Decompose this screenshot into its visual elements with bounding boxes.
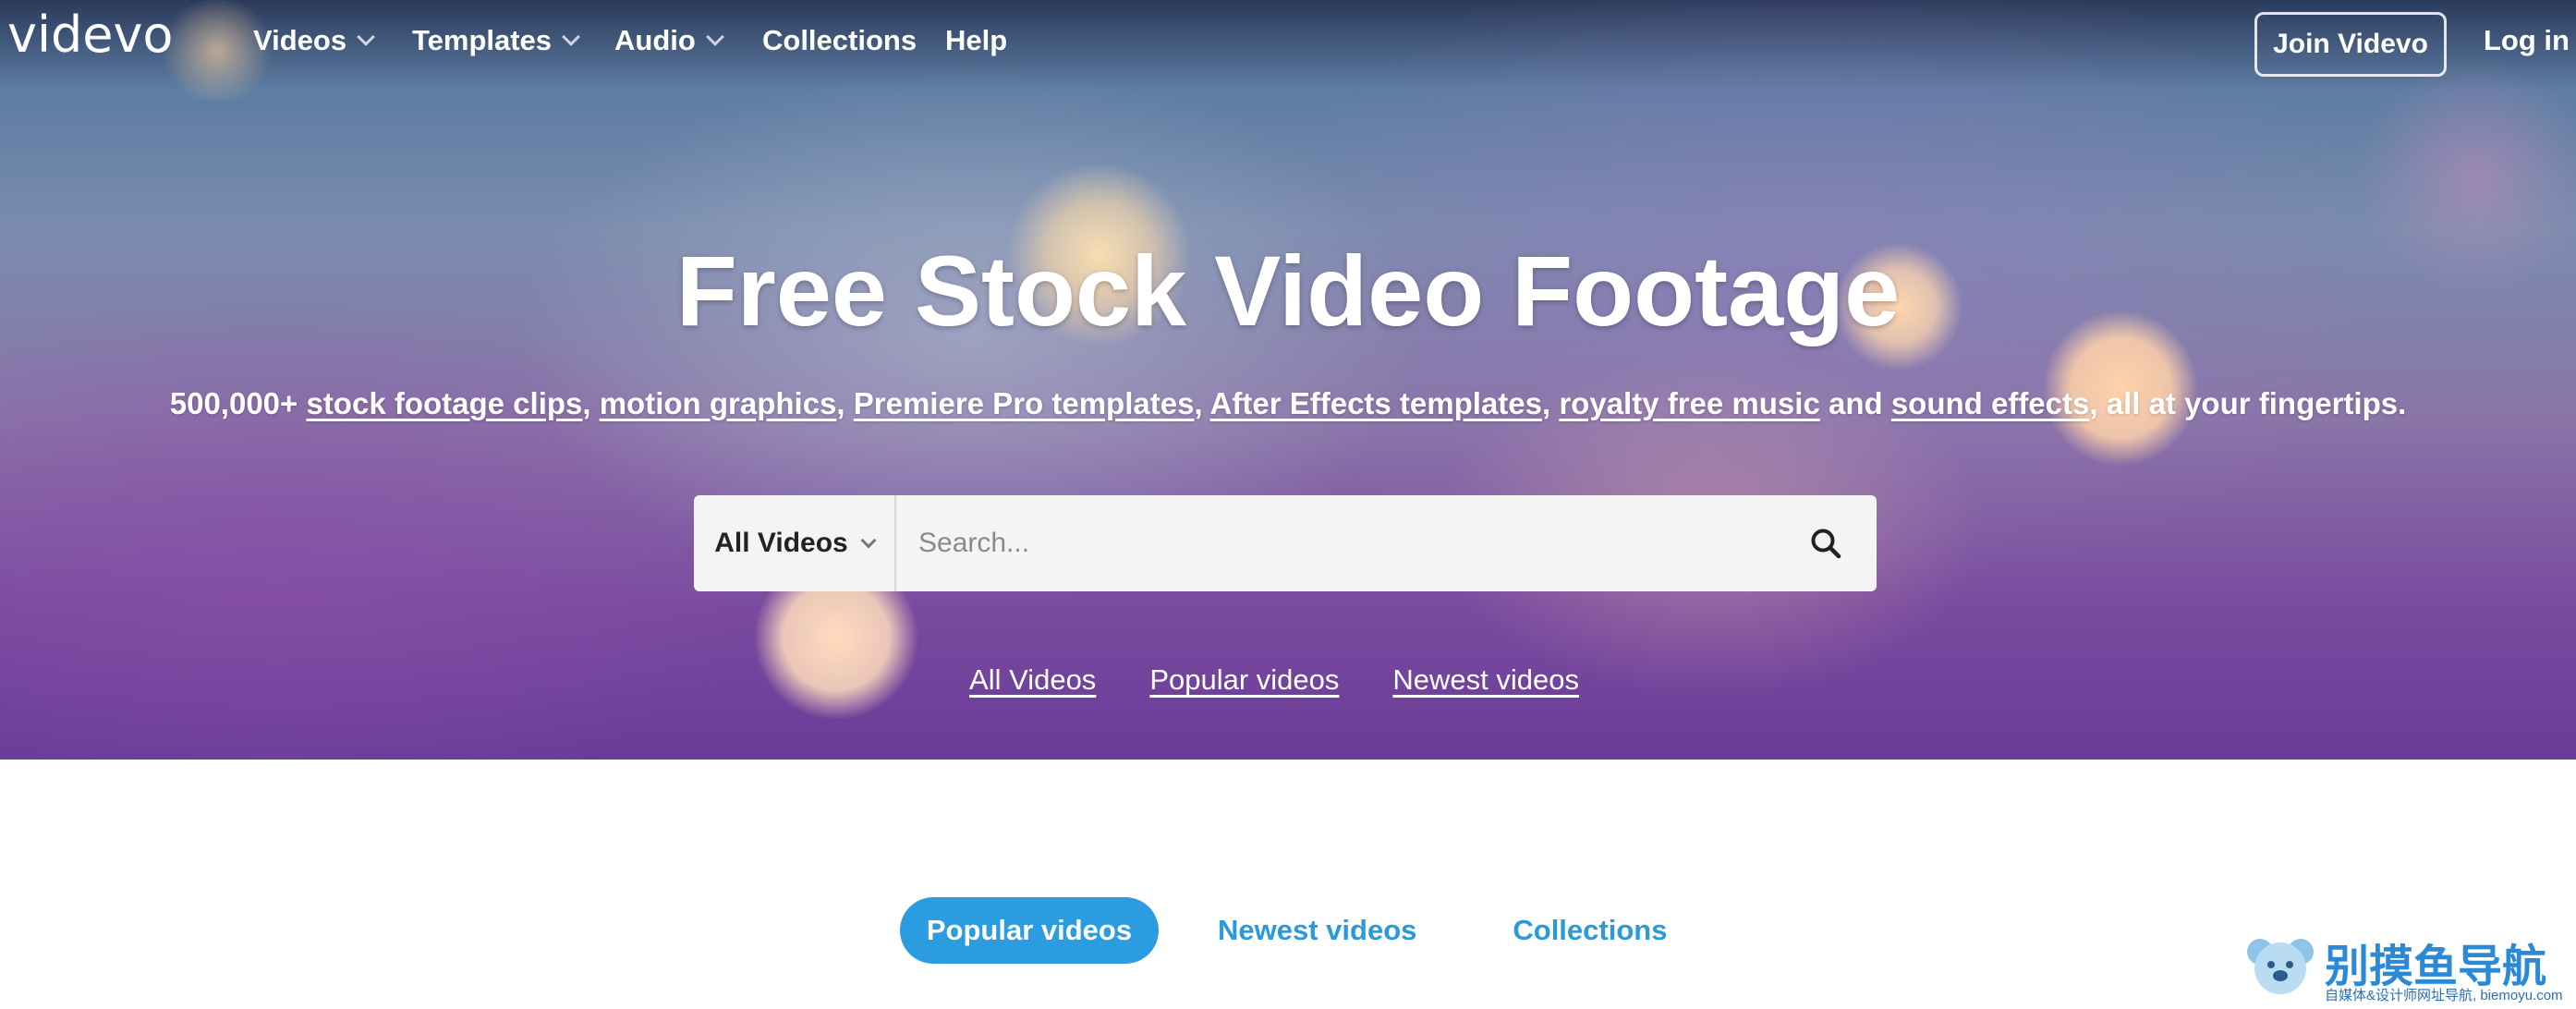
nav-videos[interactable]: Videos (253, 24, 375, 57)
chevron-down-icon (860, 532, 877, 549)
search-icon (1811, 529, 1841, 559)
tab-newest-videos[interactable]: Newest videos (1218, 914, 1416, 947)
nav-help-label: Help (945, 24, 1008, 56)
chevron-down-icon (357, 28, 375, 46)
join-button[interactable]: Join Videvo (2254, 12, 2447, 77)
link-stock-footage[interactable]: stock footage clips (306, 386, 582, 420)
category-select-label: All Videos (714, 528, 848, 558)
nav-videos-label: Videos (253, 24, 347, 56)
chevron-down-icon (705, 28, 724, 46)
videvo-logo[interactable]: videvo (7, 6, 173, 64)
link-after-effects-templates[interactable]: After Effects templates (1210, 386, 1542, 420)
watermark-subtext: 自媒体&设计师网址导航, biemoyu.com (2325, 988, 2563, 1003)
hero-subtitle: 500,000+ stock footage clips, motion gra… (0, 386, 2576, 421)
video-tabs: Popular videos Newest videos Collections (900, 897, 1667, 964)
quick-link-popular-videos[interactable]: Popular videos (1149, 663, 1339, 697)
category-select[interactable]: All Videos (694, 495, 896, 591)
quick-links: All Videos Popular videos Newest videos (0, 663, 2576, 697)
koala-mascot-icon (2247, 939, 2314, 994)
nav-audio[interactable]: Audio (614, 24, 724, 57)
search-bar: All Videos (694, 495, 1877, 591)
chevron-down-icon (562, 28, 580, 46)
nav-templates[interactable]: Templates (412, 24, 580, 57)
subtitle-separator: , (1194, 386, 1210, 420)
subtitle-separator: , (836, 386, 854, 420)
subtitle-separator: , (582, 386, 600, 420)
quick-link-newest-videos[interactable]: Newest videos (1392, 663, 1579, 697)
tab-popular-videos[interactable]: Popular videos (900, 897, 1159, 964)
tab-collections[interactable]: Collections (1513, 914, 1667, 947)
watermark: 别摸鱼导航 自媒体&设计师网址导航, biemoyu.com (2243, 926, 2576, 1009)
page-title: Free Stock Video Footage (675, 235, 1901, 346)
subtitle-suffix: , all at your fingertips. (2089, 386, 2407, 420)
quick-link-all-videos[interactable]: All Videos (969, 663, 1096, 697)
top-nav: videvo Videos Templates Audio Collection… (0, 0, 2576, 85)
nav-collections[interactable]: Collections (762, 24, 917, 57)
link-sound-effects[interactable]: sound effects (1891, 386, 2090, 420)
login-link[interactable]: Log in (2484, 24, 2570, 57)
link-motion-graphics[interactable]: motion graphics (600, 386, 837, 420)
nav-audio-label: Audio (614, 24, 696, 56)
nav-collections-label: Collections (762, 24, 917, 56)
search-button[interactable] (1775, 495, 1877, 591)
subtitle-and: and (1819, 386, 1891, 420)
link-premiere-templates[interactable]: Premiere Pro templates (854, 386, 1195, 420)
nav-templates-label: Templates (412, 24, 553, 56)
nav-help[interactable]: Help (945, 24, 1007, 57)
link-royalty-free-music[interactable]: royalty free music (1559, 386, 1819, 420)
hero-banner: videvo Videos Templates Audio Collection… (0, 0, 2576, 760)
subtitle-prefix: 500,000+ (169, 386, 307, 420)
search-input[interactable] (896, 495, 1775, 591)
subtitle-separator: , (1542, 386, 1560, 420)
